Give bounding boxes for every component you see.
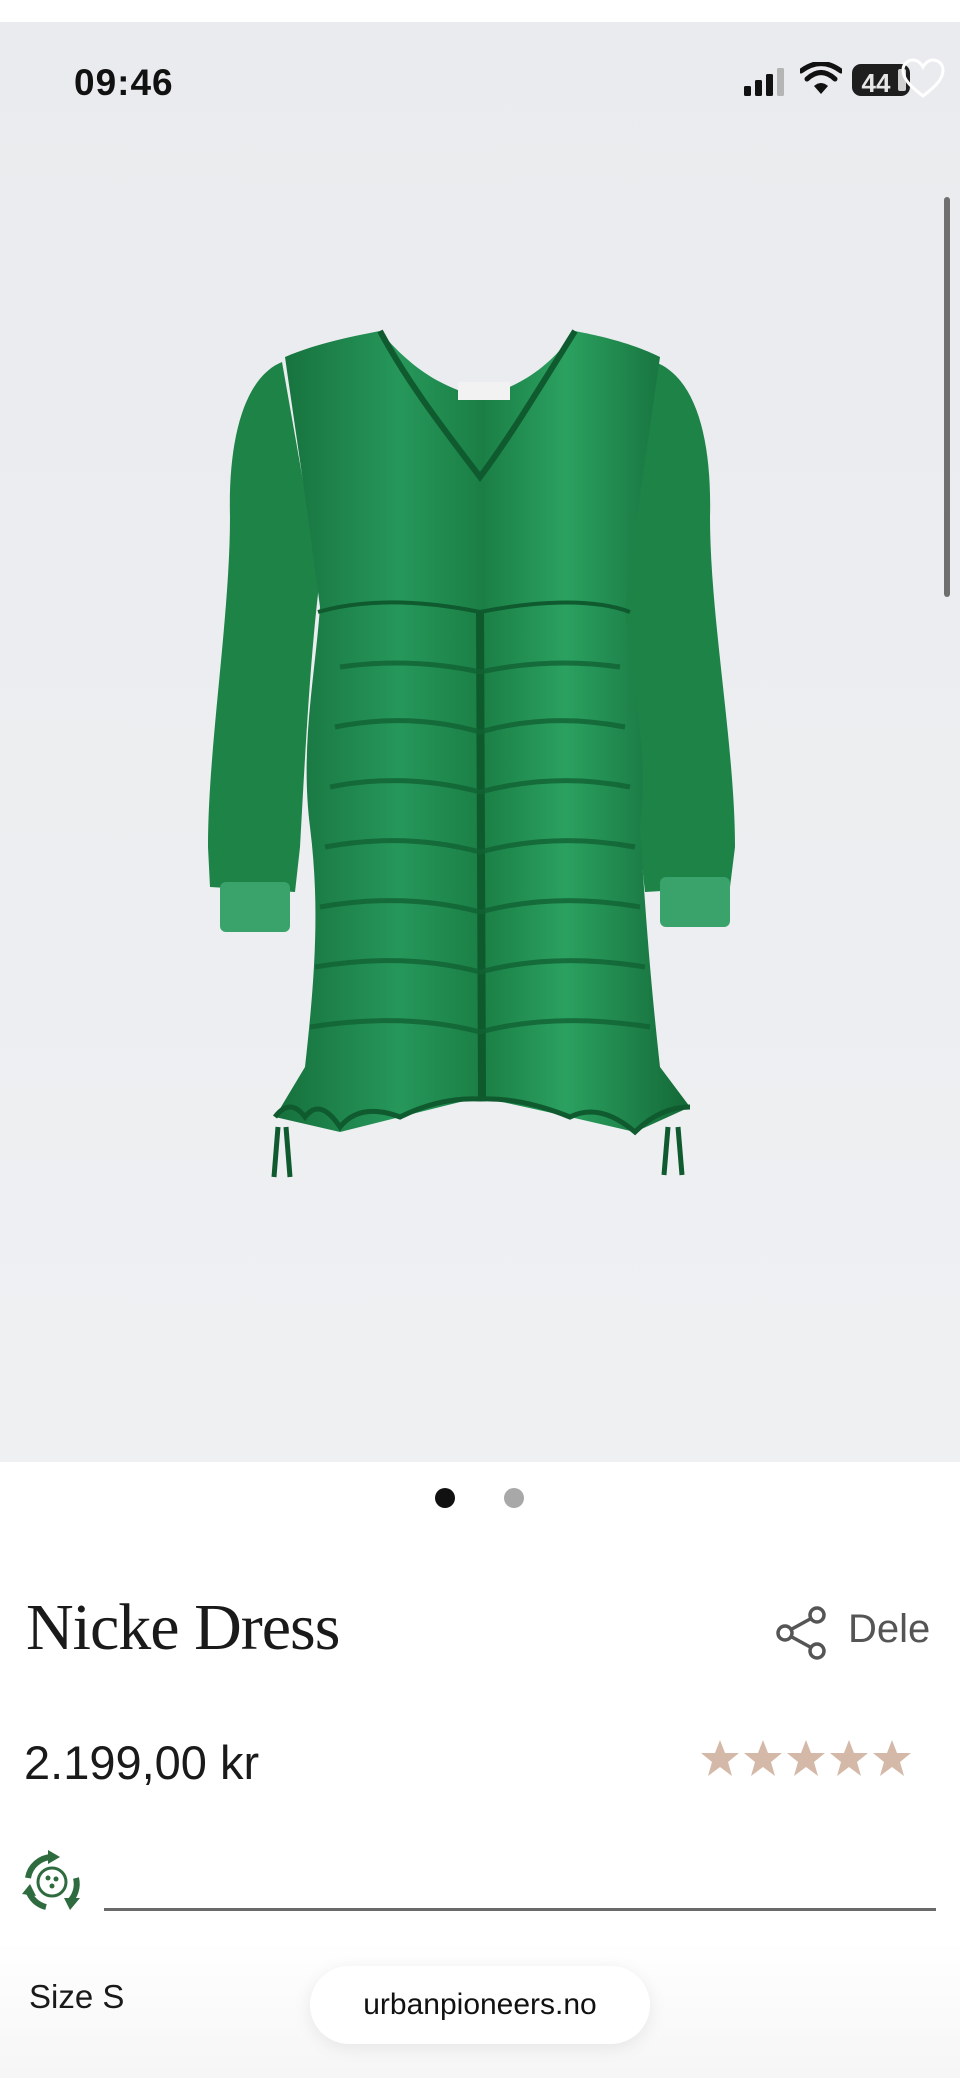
product-price: 2.199,00 kr [24,1736,260,1789]
carousel-dot[interactable] [504,1488,524,1508]
product-image[interactable] [0,22,960,1462]
url-text: urbanpioneers.no [363,1988,597,2021]
divider [104,1908,936,1911]
star-icon [701,1740,739,1776]
star-icon [830,1740,868,1776]
star-icon [787,1740,825,1776]
url-bar[interactable]: urbanpioneers.no [310,1966,650,2044]
share-button[interactable]: Dele [848,1607,930,1652]
star-icon [744,1740,782,1776]
product-title: Nicke Dress [26,1591,340,1664]
share-icon[interactable] [773,1605,829,1661]
size-label[interactable]: Size S [29,1978,124,2016]
status-time: 09:46 [74,62,174,103]
signal-icon [744,68,784,96]
rating-stars[interactable] [700,1738,912,1778]
dress-image [208,329,735,1178]
carousel-indicator [0,1483,960,1513]
carousel-dot-active[interactable] [435,1488,455,1508]
status-bar: 09:46 44 [0,22,960,103]
wifi-icon [800,62,842,94]
scrollbar[interactable] [944,197,950,597]
recycle-icon [22,1850,80,1910]
star-icon [873,1740,911,1776]
heart-icon[interactable] [900,58,946,100]
top-strip [0,0,960,22]
battery-level: 44 [861,68,891,98]
